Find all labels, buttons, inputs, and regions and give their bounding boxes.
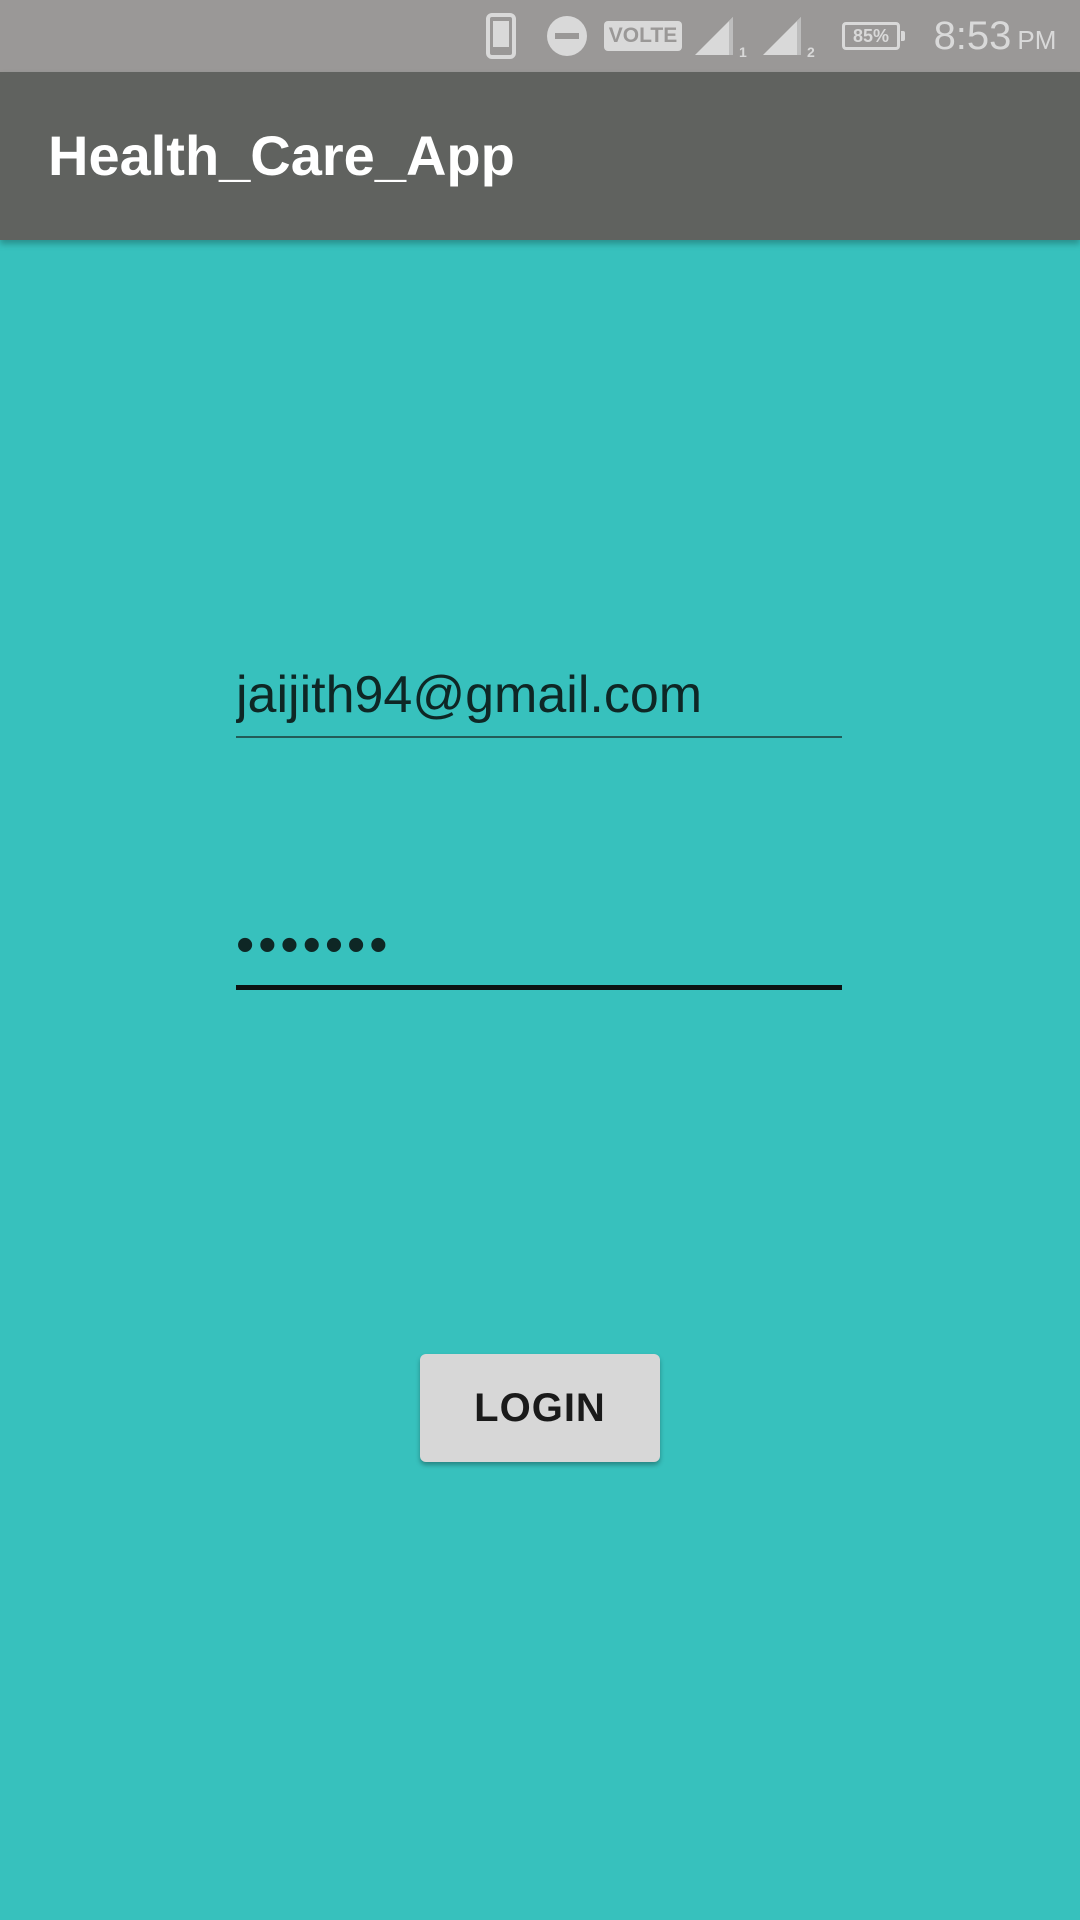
email-field[interactable] bbox=[236, 652, 842, 738]
sim1-label: 1 bbox=[739, 44, 747, 59]
volte-label: VOLTE bbox=[603, 21, 683, 51]
volte-badge: VOLTE bbox=[603, 0, 683, 72]
battery-icon: 85% bbox=[836, 0, 906, 72]
app-bar: Health_Care_App bbox=[0, 72, 1080, 240]
battery-percent: 85% bbox=[842, 22, 905, 50]
clock: 8:53 PM bbox=[920, 0, 1070, 72]
login-button[interactable]: LOGIN bbox=[420, 1354, 660, 1462]
login-screen: VOLTE 1 2 85% 8:53 PM Health_Care_App ja… bbox=[0, 0, 1080, 1920]
app-title: Health_Care_App bbox=[48, 124, 515, 187]
password-underline bbox=[236, 985, 842, 990]
email-underline bbox=[236, 736, 842, 738]
email-input[interactable] bbox=[236, 652, 842, 738]
signal-sim1-icon: 1 bbox=[690, 0, 750, 72]
status-bar: VOLTE 1 2 85% 8:53 PM bbox=[0, 0, 1080, 72]
signal-sim2-icon: 2 bbox=[758, 0, 818, 72]
password-field[interactable] bbox=[236, 900, 842, 990]
clock-time: 8:53 bbox=[933, 13, 1012, 58]
sim2-label: 2 bbox=[807, 44, 815, 59]
clock-ampm: PM bbox=[1017, 24, 1057, 55]
phone-icon bbox=[484, 0, 518, 72]
password-input[interactable] bbox=[236, 900, 842, 990]
do-not-disturb-icon bbox=[543, 0, 591, 72]
